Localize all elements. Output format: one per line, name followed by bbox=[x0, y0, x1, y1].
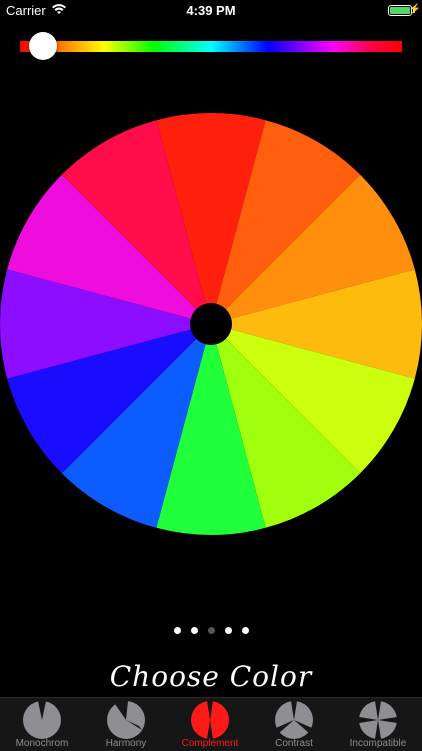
tab-incompatible[interactable]: Incompatible bbox=[336, 698, 420, 751]
tab-label: Monochrom bbox=[15, 738, 69, 749]
incompatible-icon bbox=[359, 701, 397, 739]
hue-slider-track[interactable] bbox=[20, 41, 402, 52]
complement-icon bbox=[191, 701, 229, 739]
page-dot[interactable] bbox=[241, 627, 249, 634]
tab-harmony[interactable]: Harmony bbox=[84, 698, 168, 751]
page-indicator bbox=[0, 627, 422, 634]
tab-label: Incompatible bbox=[349, 738, 407, 749]
hue-slider-thumb[interactable] bbox=[28, 32, 57, 60]
charging-icon: ⚡ bbox=[408, 4, 421, 15]
harmony-icon bbox=[107, 700, 145, 739]
tab-contrast[interactable]: Contrast bbox=[252, 698, 336, 751]
tab-monochrom[interactable]: Monochrom bbox=[0, 698, 84, 751]
tab-label: Harmony bbox=[105, 738, 147, 749]
color-wheel[interactable] bbox=[0, 113, 422, 535]
wheel-center bbox=[190, 303, 232, 345]
tab-complement[interactable]: Complement bbox=[168, 698, 252, 751]
page-dot[interactable] bbox=[173, 627, 181, 634]
tab-label: Complement bbox=[181, 738, 239, 749]
tab-label: Contrast bbox=[275, 738, 313, 749]
monochrom-icon bbox=[23, 701, 61, 739]
page-dot[interactable] bbox=[190, 627, 198, 634]
clock: 4:39 PM bbox=[186, 3, 236, 18]
status-bar: Carrier 4:39 PM ⚡ bbox=[0, 0, 422, 22]
contrast-icon bbox=[275, 701, 313, 739]
page-dot[interactable] bbox=[224, 627, 232, 634]
tab-bar: Monochrom Harmony Complement Contrast In… bbox=[0, 697, 422, 751]
page-title: Choose Color bbox=[109, 660, 313, 693]
page-dot[interactable] bbox=[207, 627, 215, 634]
